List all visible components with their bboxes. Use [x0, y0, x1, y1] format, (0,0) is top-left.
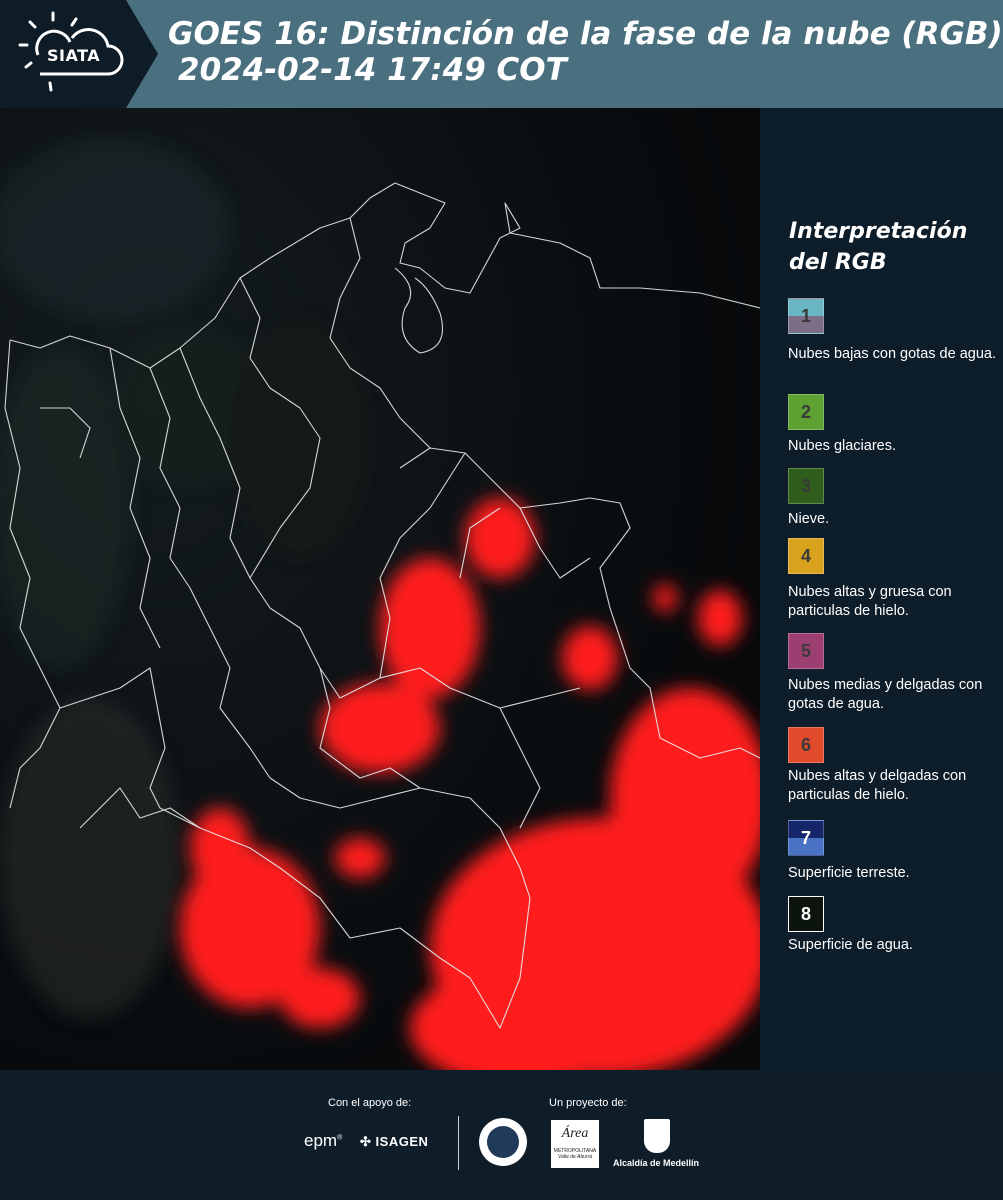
- seal-logo: [479, 1118, 527, 1166]
- legend-number-8: 8: [800, 904, 811, 924]
- siata-logo: SIATA: [0, 0, 158, 108]
- legend-panel: Interpretación del RGB 1 Nubes bajas con…: [760, 108, 1003, 1070]
- epm-text: epm: [304, 1131, 338, 1150]
- page-title: GOES 16: Distinción de la fase de la nub…: [168, 16, 1003, 88]
- legend-desc-1: Nubes bajas con gotas de agua.: [788, 346, 996, 362]
- isagen-text: ISAGEN: [375, 1134, 429, 1149]
- legend-desc-7: Superficie terreste.: [788, 865, 910, 881]
- legend-swatch-2: 2: [788, 394, 824, 430]
- footer-divider: [458, 1116, 459, 1170]
- isagen-icon: ✣: [360, 1134, 372, 1149]
- legend-title: Interpretación del RGB: [789, 219, 968, 275]
- epm-logo: epm®: [304, 1131, 343, 1150]
- title-line-2: 2024-02-14 17:49 COT: [178, 52, 567, 88]
- title-line-1: GOES 16: Distinción de la fase de la nub…: [168, 16, 1003, 52]
- legend-number-7: 7: [800, 828, 811, 848]
- medellin-crest-icon: [644, 1119, 670, 1153]
- legend-swatch-4: 4: [788, 538, 824, 574]
- project-label: Un proyecto de:: [549, 1097, 627, 1109]
- header-bar: SIATA GOES 16: Distinción de la fase de …: [0, 0, 1003, 108]
- legend-number-4: 4: [800, 546, 811, 566]
- legend-desc-8: Superficie de agua.: [788, 937, 913, 953]
- legend-number-2: 2: [800, 402, 811, 422]
- area-text-1: Área: [561, 1126, 589, 1141]
- legend-number-5: 5: [800, 641, 811, 661]
- satellite-map-graphic: [0, 108, 760, 1070]
- legend-desc-3: Nieve.: [788, 511, 830, 527]
- satellite-image: [0, 108, 760, 1070]
- legend-swatch-3: 3: [788, 468, 824, 504]
- medellin-text: Alcaldía de Medellín: [613, 1158, 700, 1168]
- legend-number-6: 6: [800, 735, 811, 755]
- legend-number-3: 3: [800, 476, 811, 496]
- legend-swatch-1: 1: [788, 298, 824, 334]
- support-label: Con el apoyo de:: [328, 1097, 412, 1109]
- area-text-3: Valle de Aburrá: [557, 1154, 593, 1160]
- logo-text: SIATA: [47, 46, 101, 65]
- legend-desc-6: Nubes altas y delgadas con particulas de…: [788, 768, 967, 803]
- footer: Con el apoyo de: Un proyecto de: epm® ✣ …: [0, 1070, 1003, 1200]
- isagen-logo: ✣ ISAGEN: [360, 1134, 428, 1150]
- legend-desc-2: Nubes glaciares.: [788, 438, 896, 454]
- legend-swatch-7: 7: [788, 820, 824, 856]
- legend-desc-5: Nubes medias y delgadas con gotas de agu…: [788, 677, 983, 712]
- legend-number-1: 1: [800, 306, 811, 326]
- legend-swatch-6: 6: [788, 727, 824, 763]
- legend-desc-4: Nubes altas y gruesa con particulas de h…: [788, 584, 952, 619]
- seal-hand-icon: [487, 1126, 519, 1158]
- area-metropolitana-logo: Área METROPOLITANA Valle de Aburrá: [551, 1120, 599, 1168]
- legend-swatch-8: 8: [788, 896, 824, 932]
- legend-swatch-5: 5: [788, 633, 824, 669]
